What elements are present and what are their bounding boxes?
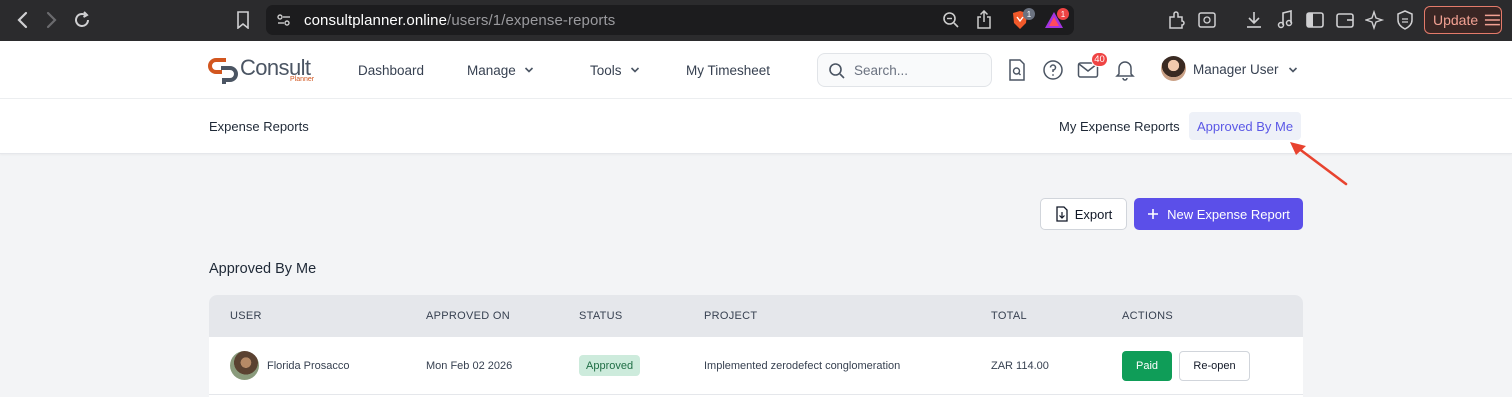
tab-approved-by-me-label: Approved By Me bbox=[1197, 118, 1294, 134]
nav-manage[interactable]: Manage bbox=[467, 41, 534, 99]
nav-timesheet-label: My Timesheet bbox=[686, 62, 771, 78]
column-header-status: STATUS bbox=[579, 310, 623, 322]
column-header-project: PROJECT bbox=[704, 310, 758, 322]
annotation-arrow-icon bbox=[1290, 142, 1348, 186]
rewards-badge: 1 bbox=[1057, 8, 1069, 20]
leo-ai-icon[interactable] bbox=[1365, 10, 1385, 30]
chevron-down-icon bbox=[630, 67, 639, 73]
plus-icon bbox=[1148, 209, 1159, 219]
user-menu[interactable]: Manager User bbox=[1193, 62, 1298, 77]
export-file-icon bbox=[1056, 206, 1068, 222]
row-user-name: Florida Prosacco bbox=[267, 360, 350, 372]
help-icon[interactable] bbox=[1041, 58, 1065, 82]
user-name: Manager User bbox=[1193, 62, 1279, 77]
avatar[interactable] bbox=[1161, 56, 1186, 81]
share-icon[interactable] bbox=[976, 9, 992, 35]
export-button[interactable]: Export bbox=[1040, 198, 1127, 230]
table-header: USER APPROVED ON STATUS PROJECT TOTAL AC… bbox=[209, 295, 1303, 337]
url-path: /users/1/expense-reports bbox=[447, 12, 616, 29]
bell-icon[interactable] bbox=[1113, 58, 1137, 82]
logo-subtext: Planner bbox=[290, 76, 315, 83]
vpn-icon[interactable] bbox=[1395, 10, 1415, 30]
document-search-icon[interactable] bbox=[1005, 58, 1029, 82]
logo[interactable]: Consult Planner bbox=[208, 53, 324, 87]
search-placeholder: Search... bbox=[854, 63, 909, 78]
music-icon[interactable] bbox=[1275, 10, 1295, 30]
update-button[interactable]: Update bbox=[1424, 6, 1502, 34]
site-settings-icon[interactable] bbox=[276, 12, 292, 33]
url-text[interactable]: consultplanner.online/users/1/expense-re… bbox=[304, 12, 615, 29]
browser-toolbar: consultplanner.online/users/1/expense-re… bbox=[0, 0, 1512, 41]
row-project: Implemented zerodefect conglomeration bbox=[704, 360, 901, 372]
wallet-icon[interactable] bbox=[1335, 10, 1355, 30]
reopen-label: Re-open bbox=[1193, 360, 1236, 372]
page-title: Expense Reports bbox=[209, 119, 309, 134]
tab-my-expense-reports-label: My Expense Reports bbox=[1059, 118, 1180, 134]
paid-button[interactable]: Paid bbox=[1122, 351, 1172, 381]
paid-label: Paid bbox=[1135, 360, 1159, 372]
reader-icon[interactable] bbox=[1197, 10, 1217, 30]
nav-tools[interactable]: Tools bbox=[590, 41, 640, 99]
mail-count-badge: 40 bbox=[1091, 52, 1108, 67]
chevron-down-icon bbox=[524, 67, 533, 73]
hamburger-icon bbox=[1485, 14, 1501, 26]
zoom-icon[interactable] bbox=[942, 11, 960, 34]
export-label: Export bbox=[1074, 206, 1113, 222]
search-input[interactable]: Search... bbox=[817, 53, 992, 87]
avatar bbox=[230, 351, 259, 380]
sidebar-icon[interactable] bbox=[1305, 10, 1325, 30]
logo-mark-icon bbox=[208, 58, 238, 84]
reopen-button[interactable]: Re-open bbox=[1179, 351, 1250, 381]
url-domain: consultplanner.online bbox=[304, 12, 448, 29]
nav-my-timesheet[interactable]: My Timesheet bbox=[686, 41, 770, 99]
nav-manage-label: Manage bbox=[467, 62, 516, 78]
bookmark-icon[interactable] bbox=[233, 10, 253, 30]
approved-expenses-table: USER APPROVED ON STATUS PROJECT TOTAL AC… bbox=[209, 295, 1303, 397]
status-badge: Approved bbox=[579, 355, 641, 376]
nav-dashboard[interactable]: Dashboard bbox=[358, 41, 424, 99]
tab-my-expense-reports[interactable]: My Expense Reports bbox=[1051, 112, 1188, 140]
column-header-actions: ACTIONS bbox=[1122, 310, 1173, 322]
row-approved-on: Mon Feb 02 2026 bbox=[426, 360, 513, 372]
extensions-icon[interactable] bbox=[1167, 10, 1187, 30]
forward-icon[interactable] bbox=[40, 8, 64, 32]
address-bar[interactable]: consultplanner.online/users/1/expense-re… bbox=[266, 5, 1074, 35]
search-icon bbox=[829, 63, 845, 79]
back-icon[interactable] bbox=[10, 8, 34, 32]
column-header-user: USER bbox=[230, 310, 262, 322]
column-header-total: TOTAL bbox=[991, 310, 1027, 322]
reload-icon[interactable] bbox=[70, 8, 94, 32]
section-title: Approved By Me bbox=[209, 261, 317, 277]
app-header: Consult Planner Dashboard Manage Tools M… bbox=[0, 41, 1512, 99]
table-row: Florida Prosacco Mon Feb 02 2026 Approve… bbox=[209, 337, 1303, 395]
new-expense-report-label: New Expense Report bbox=[1167, 206, 1290, 222]
nav-dashboard-label: Dashboard bbox=[358, 62, 425, 78]
brave-badge: 1 bbox=[1023, 8, 1035, 20]
new-expense-report-button[interactable]: New Expense Report bbox=[1134, 198, 1303, 230]
chevron-down-icon bbox=[1289, 67, 1298, 73]
download-icon[interactable] bbox=[1244, 10, 1264, 30]
column-header-approved-on: APPROVED ON bbox=[426, 310, 510, 322]
row-total: ZAR 114.00 bbox=[991, 360, 1049, 372]
nav-tools-label: Tools bbox=[590, 62, 622, 78]
update-label: Update bbox=[1433, 12, 1479, 28]
